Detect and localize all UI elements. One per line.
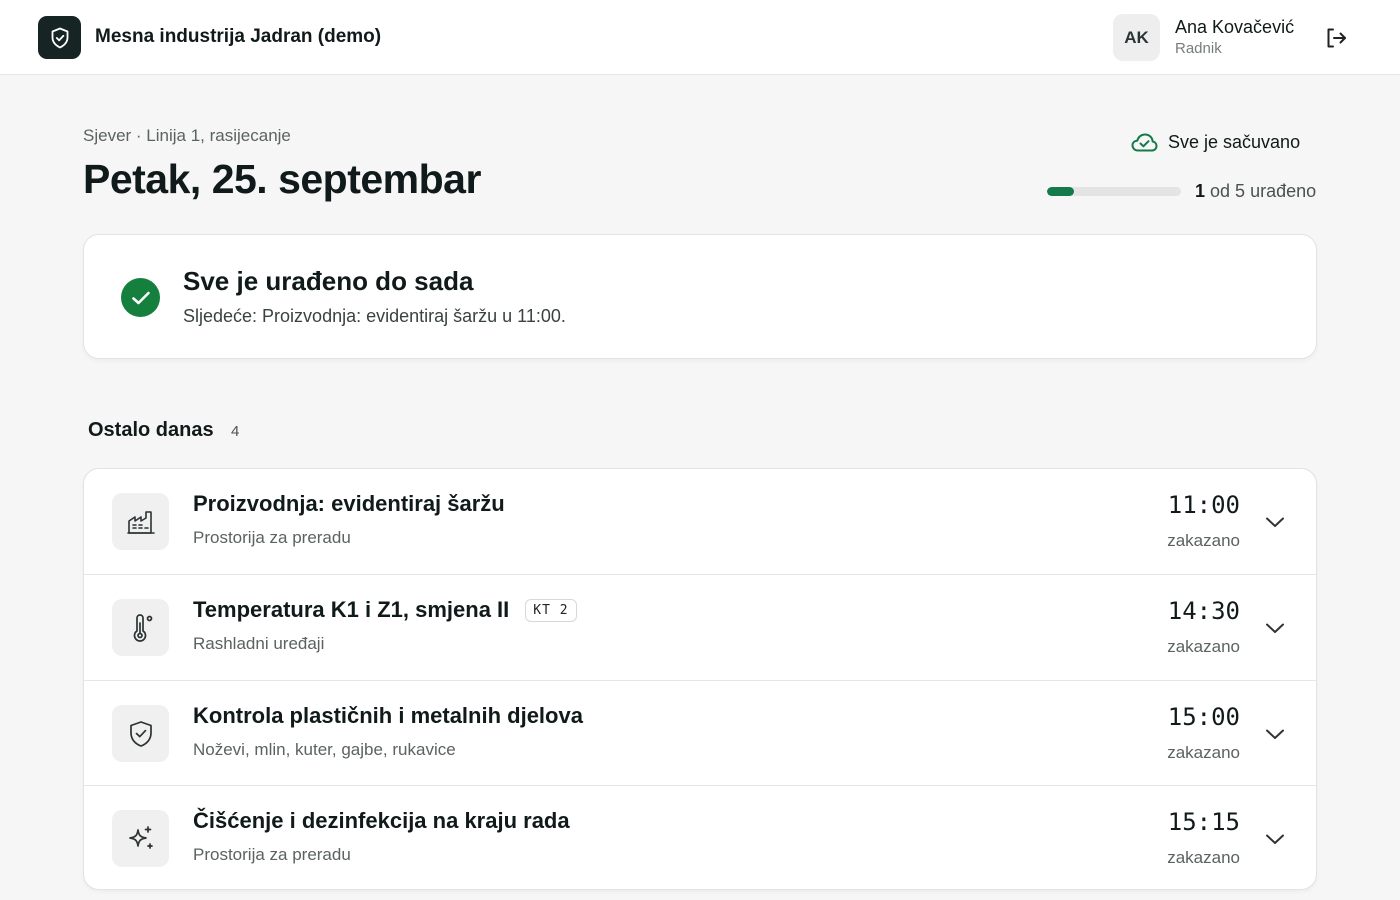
check-circle-icon	[121, 278, 160, 317]
status-card: Sve je urađeno do sada Sljedeće: Proizvo…	[83, 234, 1317, 359]
cloud-check-icon	[1131, 133, 1158, 152]
task-subtitle: Noževi, mlin, kuter, gajbe, rukavice	[193, 740, 456, 759]
status-card-subtitle: Sljedeće: Proizvodnja: evidentiraj šaržu…	[183, 306, 566, 326]
progress-suffix: od 5 urađeno	[1210, 181, 1317, 201]
status-card-title: Sve je urađeno do sada	[183, 266, 474, 296]
save-status-text: Sve je sačuvano	[1168, 132, 1301, 152]
logout-button[interactable]	[1324, 26, 1348, 50]
task-title: Kontrola plastičnih i metalnih djelova	[193, 703, 583, 729]
sparkles-icon	[112, 810, 169, 867]
page-title: Petak, 25. septembar	[83, 156, 481, 202]
task-time: 15:15	[1167, 808, 1240, 836]
section-count: 4	[231, 423, 240, 440]
logout-icon	[1327, 28, 1346, 48]
task-row[interactable]: Kontrola plastičnih i metalnih djelova N…	[84, 680, 1316, 786]
thermometer-icon	[112, 599, 169, 656]
shield-check-icon	[112, 705, 169, 762]
chevron-down-icon[interactable]	[1264, 723, 1286, 745]
shield-check-icon	[51, 27, 68, 48]
chevron-down-icon[interactable]	[1264, 617, 1286, 639]
task-subtitle: Prostorija za preradu	[193, 528, 351, 547]
progress-text: 1 od 5 urađeno	[1195, 181, 1316, 202]
task-row[interactable]: Čišćenje i dezinfekcija na kraju rada Pr…	[84, 785, 1316, 889]
task-title: Temperatura K1 i Z1, smjena II KT 2	[193, 597, 577, 623]
task-list: Proizvodnja: evidentiraj šaržu Prostorij…	[83, 468, 1317, 890]
task-time: 11:00	[1167, 491, 1240, 519]
breadcrumb: Sjever · Linija 1, rasijecanje	[83, 126, 291, 145]
task-title-text: Proizvodnja: evidentiraj šaržu	[193, 491, 505, 516]
task-subtitle: Rashladni uređaji	[193, 634, 325, 653]
task-title-text: Temperatura K1 i Z1, smjena II	[193, 597, 510, 622]
task-subtitle: Prostorija za preradu	[193, 845, 351, 864]
progress-bar	[1047, 187, 1181, 196]
task-row[interactable]: Temperatura K1 i Z1, smjena II KT 2 Rash…	[84, 574, 1316, 680]
user-name: Ana Kovačević	[1175, 17, 1295, 37]
section-title: Ostalo danas	[88, 419, 214, 441]
progress-fill	[1047, 187, 1074, 196]
task-status: zakazano	[1167, 637, 1240, 656]
task-time: 15:00	[1167, 703, 1240, 731]
avatar[interactable]: AK	[1113, 14, 1160, 61]
factory-icon	[112, 493, 169, 550]
user-role: Radnik	[1175, 40, 1222, 57]
save-status: Sve je sačuvano	[1131, 132, 1300, 153]
task-title: Čišćenje i dezinfekcija na kraju rada	[193, 808, 570, 834]
task-title-text: Kontrola plastičnih i metalnih djelova	[193, 703, 583, 728]
task-status: zakazano	[1167, 531, 1240, 550]
app-title: Mesna industrija Jadran (demo)	[95, 26, 382, 47]
logo[interactable]	[38, 16, 81, 59]
chevron-down-icon[interactable]	[1264, 511, 1286, 533]
task-row[interactable]: Proizvodnja: evidentiraj šaržu Prostorij…	[84, 469, 1316, 575]
task-status: zakazano	[1167, 743, 1240, 762]
task-title-text: Čišćenje i dezinfekcija na kraju rada	[193, 808, 570, 833]
task-time: 14:30	[1167, 597, 1240, 625]
task-status: zakazano	[1167, 848, 1240, 867]
task-tag: KT 2	[525, 598, 577, 622]
chevron-down-icon[interactable]	[1264, 828, 1286, 850]
top-bar: Mesna industrija Jadran (demo) AK Ana Ko…	[0, 0, 1400, 75]
progress-done-count: 1	[1195, 181, 1206, 201]
task-title: Proizvodnja: evidentiraj šaržu	[193, 491, 505, 517]
